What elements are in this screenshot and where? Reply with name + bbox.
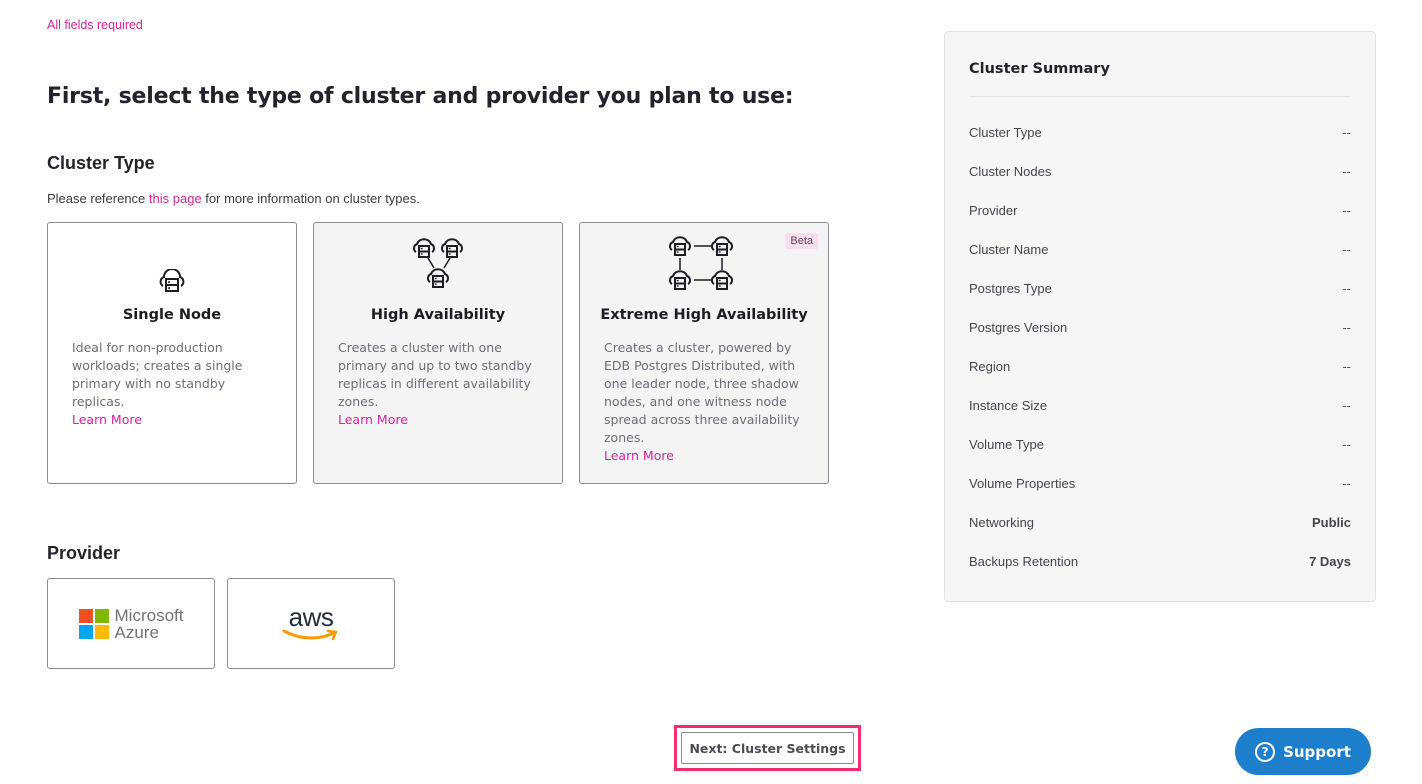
summary-row: Region -- bbox=[969, 359, 1351, 398]
card-title: Extreme High Availability bbox=[600, 307, 808, 323]
summary-value: Public bbox=[1311, 515, 1351, 530]
summary-rows: Cluster Type -- Cluster Nodes -- Provider -- C… bbox=[969, 125, 1351, 593]
summary-value: -- bbox=[1342, 164, 1351, 179]
cluster-card-single-node[interactable]: Single Node Ideal for non-production wor… bbox=[47, 222, 297, 484]
summary-label: Region bbox=[969, 359, 1011, 374]
provider-aws[interactable]: aws bbox=[227, 578, 395, 669]
summary-row: Cluster Nodes -- bbox=[969, 164, 1351, 203]
next-cluster-settings-button[interactable]: Next: Cluster Settings bbox=[681, 732, 854, 764]
summary-row: Volume Properties -- bbox=[969, 476, 1351, 515]
summary-value: -- bbox=[1342, 242, 1351, 257]
card-title: Single Node bbox=[122, 307, 222, 323]
summary-value: -- bbox=[1342, 320, 1351, 335]
summary-row: Backups Retention 7 Days bbox=[969, 554, 1351, 593]
summary-label: Postgres Version bbox=[969, 320, 1068, 335]
summary-label: Instance Size bbox=[969, 398, 1048, 413]
high-availability-cloud-icon bbox=[314, 223, 562, 297]
this-page-link[interactable]: this page bbox=[149, 191, 202, 206]
learn-more-link[interactable]: Learn More bbox=[604, 447, 804, 465]
summary-value: -- bbox=[1342, 476, 1351, 491]
summary-row: Postgres Type -- bbox=[969, 281, 1351, 320]
card-description: Ideal for non-production workloads; crea… bbox=[72, 340, 243, 409]
cluster-type-cards: Single Node Ideal for non-production wor… bbox=[47, 222, 829, 484]
required-note: All fields required bbox=[47, 18, 143, 32]
provider-heading: Provider bbox=[47, 543, 121, 563]
summary-row: Provider -- bbox=[969, 203, 1351, 242]
microsoft-azure-logo: Microsoft Azure bbox=[78, 605, 184, 642]
azure-logo-line1: Microsoft bbox=[114, 605, 184, 625]
help-circle-icon: ? bbox=[1255, 741, 1276, 762]
summary-label: Cluster Type bbox=[969, 125, 1042, 140]
azure-logo-line2: Azure bbox=[114, 622, 159, 642]
aws-logo-text: aws bbox=[288, 601, 334, 632]
summary-value: -- bbox=[1342, 437, 1351, 452]
summary-row: Cluster Type -- bbox=[969, 125, 1351, 164]
summary-title: Cluster Summary bbox=[969, 61, 1110, 77]
summary-divider bbox=[969, 96, 1351, 97]
provider-options: Microsoft Azure aws bbox=[47, 578, 395, 669]
summary-row: Networking Public bbox=[969, 515, 1351, 554]
page-title: First, select the type of cluster and pr… bbox=[47, 84, 794, 109]
summary-row: Cluster Name -- bbox=[969, 242, 1351, 281]
support-button[interactable]: ? Support bbox=[1235, 728, 1371, 775]
summary-row: Postgres Version -- bbox=[969, 320, 1351, 359]
aws-smile-icon bbox=[282, 629, 338, 640]
summary-label: Provider bbox=[969, 203, 1018, 218]
reference-prefix: Please reference bbox=[47, 191, 149, 206]
card-title: High Availability bbox=[370, 307, 506, 323]
summary-value: -- bbox=[1342, 281, 1351, 296]
summary-value: -- bbox=[1342, 359, 1351, 374]
card-description: Creates a cluster, powered by EDB Postgr… bbox=[604, 340, 800, 445]
summary-value: -- bbox=[1342, 203, 1351, 218]
summary-row: Volume Type -- bbox=[969, 437, 1351, 476]
cluster-card-high-availability[interactable]: High Availability Creates a cluster with… bbox=[313, 222, 563, 484]
summary-label: Networking bbox=[969, 515, 1035, 530]
summary-value: 7 Days bbox=[1309, 554, 1351, 569]
summary-row: Instance Size -- bbox=[969, 398, 1351, 437]
single-node-cloud-icon bbox=[48, 223, 296, 297]
beta-badge: Beta bbox=[785, 233, 818, 249]
microsoft-grid-icon bbox=[78, 608, 109, 639]
learn-more-link[interactable]: Learn More bbox=[72, 411, 272, 429]
summary-label: Cluster Nodes bbox=[969, 164, 1052, 179]
summary-label: Cluster Name bbox=[969, 242, 1049, 257]
cluster-type-heading: Cluster Type bbox=[47, 153, 155, 173]
provider-azure[interactable]: Microsoft Azure bbox=[47, 578, 215, 669]
summary-label: Volume Type bbox=[969, 437, 1044, 452]
reference-suffix: for more information on cluster types. bbox=[201, 191, 420, 206]
summary-label: Backups Retention bbox=[969, 554, 1079, 569]
card-description: Creates a cluster with one primary and u… bbox=[338, 340, 532, 409]
support-label: Support bbox=[1283, 742, 1351, 761]
aws-logo: aws bbox=[281, 601, 341, 642]
cluster-card-extreme-high-availability[interactable]: Beta Extreme High Availability Creates a… bbox=[579, 222, 829, 484]
cluster-summary-panel: Cluster Summary Cluster Type -- Cluster No… bbox=[944, 31, 1376, 602]
summary-label: Volume Properties bbox=[969, 476, 1076, 491]
learn-more-link[interactable]: Learn More bbox=[338, 411, 538, 429]
summary-value: -- bbox=[1342, 398, 1351, 413]
summary-label: Postgres Type bbox=[969, 281, 1052, 296]
summary-value: -- bbox=[1342, 125, 1351, 140]
cluster-type-reference: Please reference this page for more info… bbox=[47, 191, 420, 206]
